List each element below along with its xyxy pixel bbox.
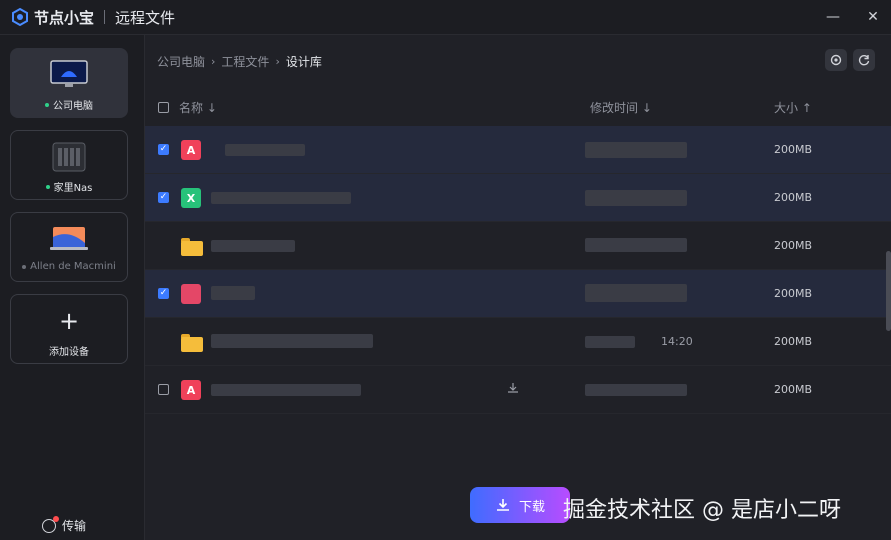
window-title: 远程文件 [115,8,176,27]
laptop-icon [49,223,89,255]
title-divider [104,10,106,24]
file-size: 200MB [774,383,813,396]
file-size: 200MB [774,239,813,252]
download-button[interactable]: 下载 [470,487,570,523]
close-button[interactable]: ✕ [865,9,881,25]
device-label: 家里Nas [45,179,92,194]
device-label: Allen de Macmini [22,261,116,272]
online-status-dot [45,184,50,189]
column-modified[interactable]: 修改时间 ↓ [590,99,652,116]
download-icon [496,499,509,511]
window-controls: — ✕ [825,0,881,34]
device-label: 公司电脑 [45,97,93,112]
download-icon[interactable] [507,382,519,397]
breadcrumb: 公司电脑 › 工程文件 › 设计库 [157,53,322,70]
modified-time: 14:20 [661,335,693,348]
app-brand: 节点小宝 [34,8,95,27]
transfer-icon [42,515,59,533]
redacted-date [585,142,687,158]
add-device-label: 添加设备 [49,347,89,358]
breadcrumb-current: 设计库 [285,55,322,69]
file-size: 200MB [774,335,813,348]
redacted-name [211,286,255,300]
redacted-date [585,284,687,302]
table-row[interactable]: A 200MB [145,366,891,414]
add-device-button[interactable]: + 添加设备 [10,294,128,364]
breadcrumb-separator: › [275,55,280,68]
transfer-label: 传输 [62,519,87,533]
table-row[interactable]: 200MB [145,270,891,318]
redacted-date [585,384,687,396]
table-row[interactable]: A 200MB [145,126,891,174]
notification-dot [53,515,59,522]
refresh-button[interactable] [853,49,875,71]
breadcrumb-item[interactable]: 公司电脑 [157,53,205,70]
refresh-icon [858,55,870,66]
title-bar: 节点小宝 远程文件 — ✕ [0,0,891,35]
redacted-name [211,240,295,252]
select-all-checkbox[interactable] [158,102,169,113]
minimize-button[interactable]: — [825,9,841,25]
watermark-text: 掘金技术社区 @ 是店小二呀 [563,498,841,523]
device-sidebar: 公司电脑 家里Nas Allen de Macmini + 添加设备 传输 [0,35,145,540]
redacted-name [211,334,373,348]
row-checkbox[interactable] [158,288,169,299]
table-row[interactable]: 14:20 200MB [145,318,891,366]
row-checkbox[interactable] [158,192,169,203]
column-size[interactable]: 大小 ↑ [774,99,812,116]
scrollbar[interactable] [886,251,891,331]
pdf-file-icon: A [181,380,201,400]
file-size: 200MB [774,287,813,300]
column-name[interactable]: 名称 ↓ [179,99,217,116]
device-home-nas[interactable]: 家里Nas [10,130,128,200]
desktop-icon [49,59,89,91]
breadcrumb-separator: › [211,55,216,68]
folder-icon [181,236,203,256]
redacted-name [211,384,361,396]
device-company-pc[interactable]: 公司电脑 [10,48,128,118]
excel-file-icon: X [181,188,201,208]
gear-icon [830,54,842,66]
download-label: 下载 [518,499,545,515]
row-checkbox[interactable] [158,144,169,155]
table-header: 名称 ↓ 修改时间 ↓ 大小 ↑ [145,91,891,123]
pdf-file-icon: A [181,140,201,160]
file-size: 200MB [774,191,813,204]
folder-icon [181,332,203,352]
settings-button[interactable] [825,49,847,71]
file-size: 200MB [774,143,813,156]
redacted-date [585,336,635,348]
table-row[interactable]: 200MB [145,222,891,270]
row-checkbox[interactable] [158,384,169,395]
pdf-file-icon [181,284,201,304]
file-browser: 公司电脑 › 工程文件 › 设计库 名称 ↓ 修改时间 ↓ 大小 ↑ A 200… [145,35,891,540]
app-logo-icon [10,7,30,27]
nas-icon [51,141,87,173]
plus-icon: + [58,307,80,335]
redacted-name [225,144,305,156]
transfer-button[interactable]: 传输 [42,515,87,534]
device-macmini[interactable]: Allen de Macmini [10,212,128,282]
redacted-date [585,238,687,252]
redacted-name [211,192,351,204]
offline-status-dot [22,264,27,269]
redacted-date [585,190,687,206]
table-row[interactable]: X 200MB [145,174,891,222]
breadcrumb-item[interactable]: 工程文件 [221,53,269,70]
online-status-dot [45,102,49,107]
